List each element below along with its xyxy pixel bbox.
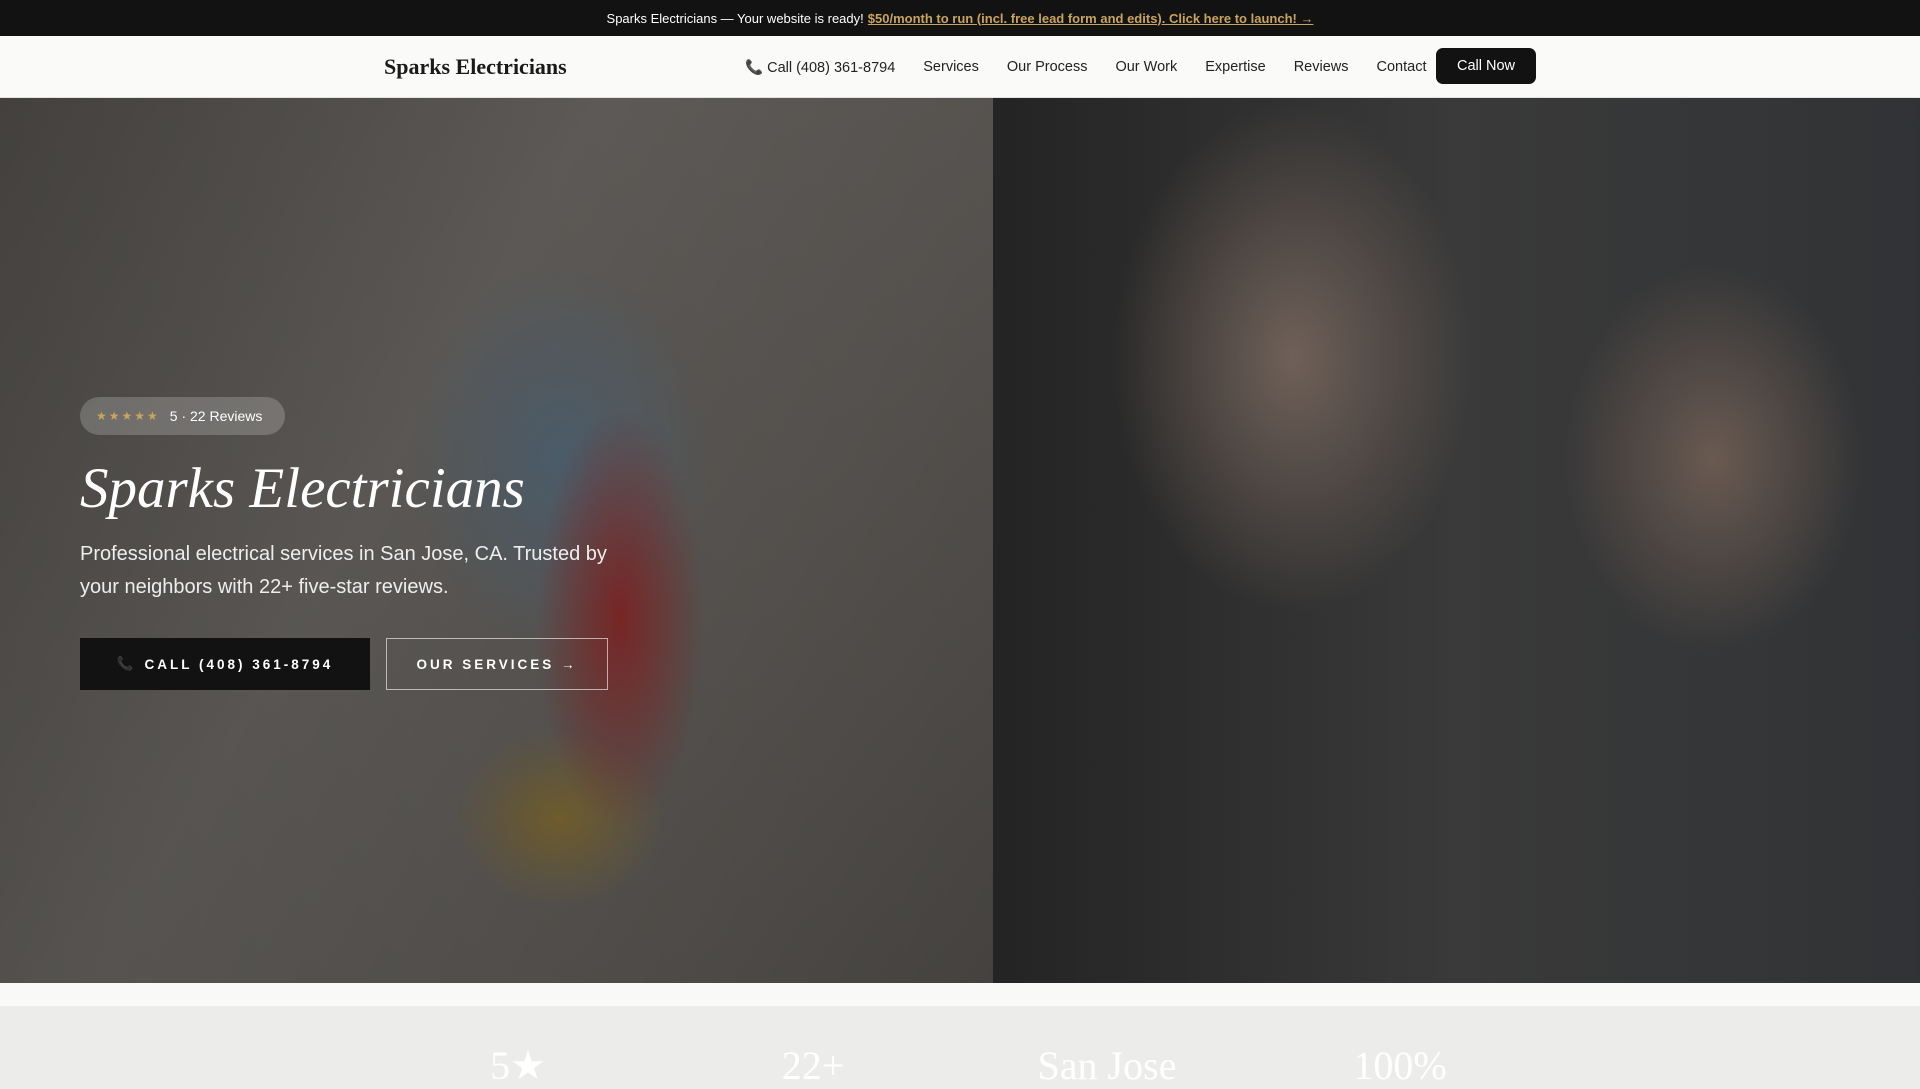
rating-text: 5 · 22 Reviews bbox=[169, 408, 263, 424]
stat-reviews: 22+ bbox=[781, 1043, 845, 1088]
nav-expertise[interactable]: Expertise bbox=[1205, 59, 1265, 75]
nav-phone-label: Call (408) 361-8794 bbox=[767, 59, 896, 76]
nav-services[interactable]: Services bbox=[923, 59, 979, 75]
call-now-button[interactable]: Call Now bbox=[1436, 48, 1536, 84]
nav-contact[interactable]: Contact bbox=[1377, 59, 1427, 75]
hero: ★★★★★ 5 · 22 Reviews Sparks Electricians… bbox=[0, 98, 1920, 983]
our-services-button[interactable]: OUR SERVICES → bbox=[386, 638, 608, 690]
nav-phone[interactable]: 📞 Call (408) 361-8794 bbox=[745, 59, 895, 76]
rating-badge: ★★★★★ 5 · 22 Reviews bbox=[80, 397, 285, 435]
stat-satisfaction: 100% bbox=[1353, 1043, 1447, 1088]
hero-call-label: CALL (408) 361-8794 bbox=[144, 656, 334, 672]
nav-our-process[interactable]: Our Process bbox=[1007, 59, 1088, 75]
stat-rating: 5★ bbox=[490, 1043, 546, 1088]
stats-section: 5★ 22+ San Jose 100% bbox=[0, 1006, 1920, 1088]
nav-reviews[interactable]: Reviews bbox=[1294, 59, 1349, 75]
navbar: Sparks Electricians 📞 Call (408) 361-879… bbox=[0, 36, 1920, 98]
announcement-text: Sparks Electricians — Your website is re… bbox=[606, 10, 864, 26]
logo[interactable]: Sparks Electricians bbox=[384, 54, 567, 80]
nav-our-work[interactable]: Our Work bbox=[1115, 59, 1177, 75]
divider bbox=[0, 983, 1920, 1006]
hero-subtitle: Professional electrical services in San … bbox=[80, 543, 607, 598]
phone-icon: 📞 bbox=[745, 59, 764, 76]
stat-location: San Jose bbox=[1037, 1043, 1177, 1088]
hero-title: Sparks Electricians bbox=[80, 457, 525, 520]
announcement-bar: Sparks Electricians — Your website is re… bbox=[0, 0, 1920, 36]
nav-links: 📞 Call (408) 361-8794 Services Our Proce… bbox=[745, 36, 1426, 98]
star-icons: ★★★★★ bbox=[96, 409, 160, 423]
phone-icon: 📞 bbox=[116, 656, 137, 671]
hero-call-button[interactable]: 📞 CALL (408) 361-8794 bbox=[80, 638, 370, 690]
launch-link[interactable]: $50/month to run (incl. free lead form a… bbox=[868, 11, 1314, 26]
